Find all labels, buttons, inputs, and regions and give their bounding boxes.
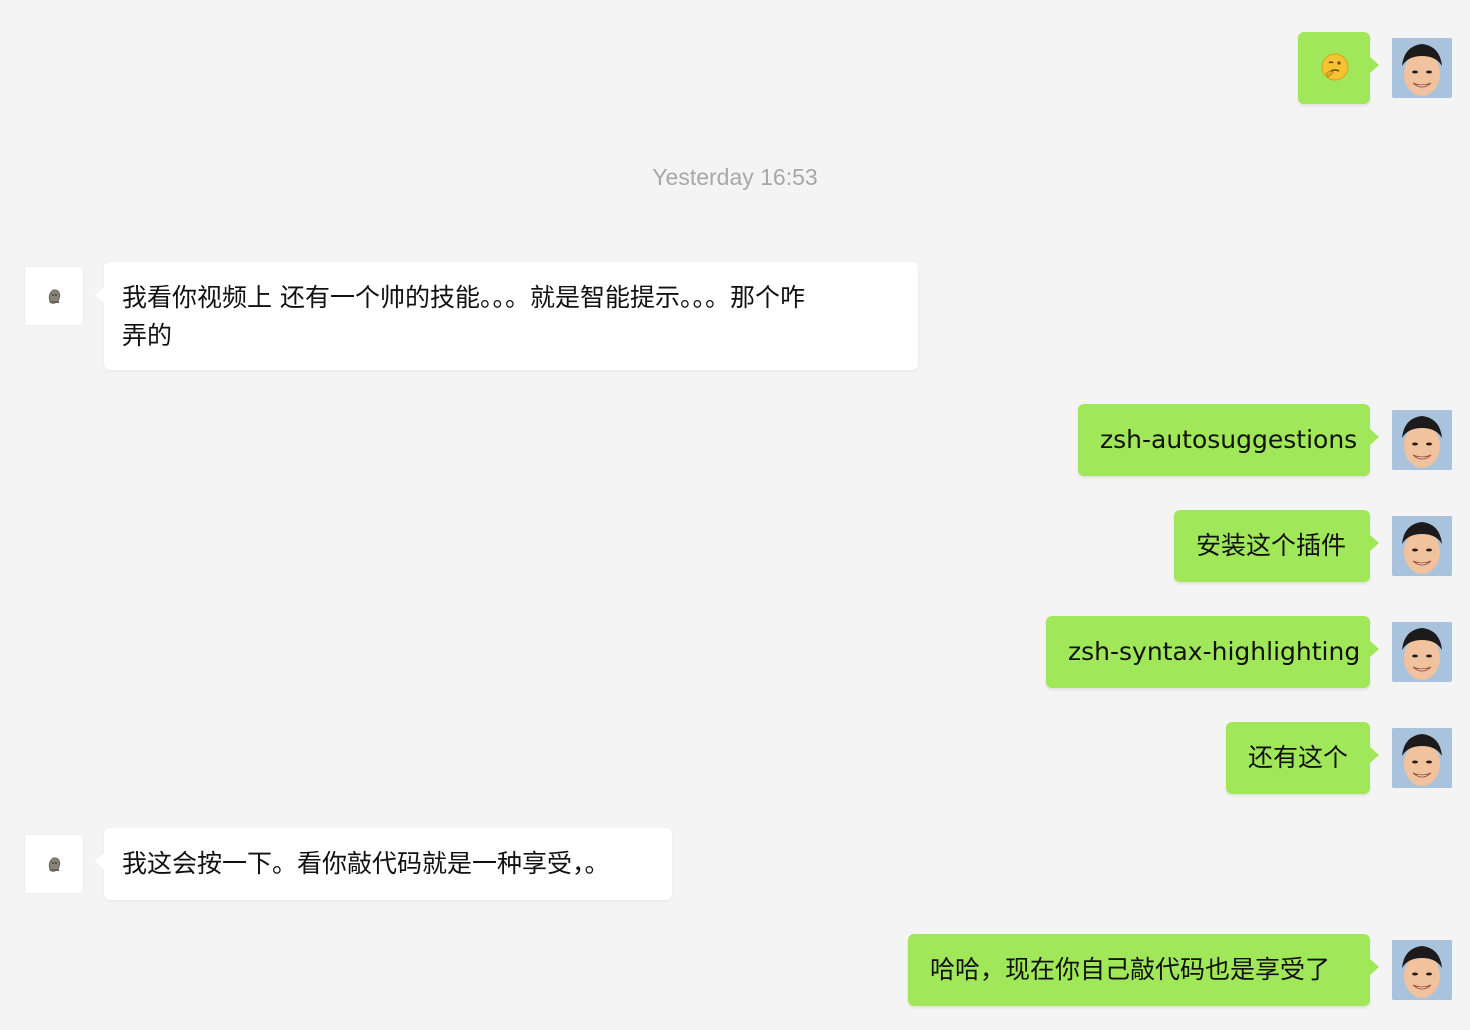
stone-figure-icon bbox=[48, 857, 61, 872]
outgoing-message[interactable]: 哈哈，现在你自己敲代码也是享受了 bbox=[908, 934, 1379, 1006]
outgoing-message-emoji[interactable] bbox=[1298, 32, 1379, 104]
person-face-icon bbox=[1392, 728, 1452, 788]
contact-avatar[interactable] bbox=[24, 266, 84, 326]
person-face-icon bbox=[1392, 622, 1452, 682]
stone-figure-icon bbox=[48, 289, 61, 304]
my-avatar[interactable] bbox=[1392, 940, 1452, 1000]
my-avatar[interactable] bbox=[1392, 38, 1452, 98]
incoming-message[interactable]: 我这会按一下。看你敲代码就是一种享受，。 bbox=[95, 828, 672, 900]
message-text: 哈哈，现在你自己敲代码也是享受了 bbox=[930, 955, 1331, 984]
outgoing-message[interactable]: zsh-autosuggestions bbox=[1078, 404, 1379, 476]
person-face-icon bbox=[1392, 516, 1452, 576]
incoming-message[interactable]: 我看你视频上 还有一个帅的技能。。。就是智能提示。。。那个咋 弄的 bbox=[95, 262, 918, 370]
message-text: 还有这个 bbox=[1248, 743, 1349, 772]
message-timestamp: Yesterday 16:53 bbox=[652, 164, 818, 190]
person-face-icon bbox=[1392, 38, 1452, 98]
message-text: zsh-autosuggestions bbox=[1100, 425, 1358, 454]
outgoing-message[interactable]: 安装这个插件 bbox=[1174, 510, 1379, 582]
message-text: 安装这个插件 bbox=[1196, 531, 1347, 560]
message-text-line-2: 弄的 bbox=[122, 321, 173, 350]
outgoing-message[interactable]: 还有这个 bbox=[1226, 722, 1379, 794]
my-avatar[interactable] bbox=[1392, 728, 1452, 788]
my-avatar[interactable] bbox=[1392, 410, 1452, 470]
person-face-icon bbox=[1392, 410, 1452, 470]
message-text: zsh-syntax-highlighting bbox=[1068, 637, 1361, 666]
my-avatar[interactable] bbox=[1392, 516, 1452, 576]
contact-avatar[interactable] bbox=[24, 834, 84, 894]
thinking-face-emoji-icon bbox=[1321, 53, 1349, 81]
my-avatar[interactable] bbox=[1392, 622, 1452, 682]
message-text: 我这会按一下。看你敲代码就是一种享受，。 bbox=[122, 849, 610, 878]
message-text-line-1: 我看你视频上 还有一个帅的技能。。。就是智能提示。。。那个咋 bbox=[122, 283, 805, 312]
outgoing-message[interactable]: zsh-syntax-highlighting bbox=[1046, 616, 1379, 688]
person-face-icon bbox=[1392, 940, 1452, 1000]
